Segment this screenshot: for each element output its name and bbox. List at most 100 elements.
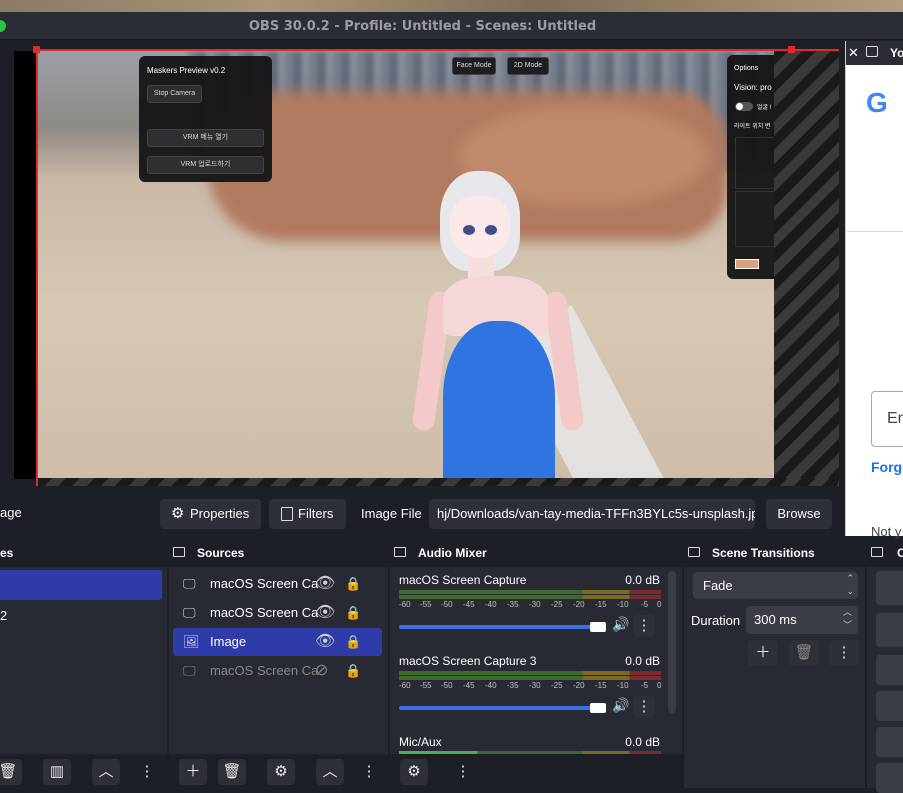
browser-tabbar: ✕ Yo <box>846 41 903 65</box>
remove-source-button[interactable]: 🗑 <box>218 759 246 785</box>
canvas-outside-area-bottom <box>38 478 838 486</box>
resize-handle-top-left[interactable] <box>33 46 40 53</box>
scenes-footer: 🗑 ▥ ︿ ⋮ <box>0 754 167 788</box>
channel-db: 0.0 dB <box>625 735 660 749</box>
move-scene-up-button[interactable]: ︿ <box>92 759 120 785</box>
source-row[interactable]: 🖵 macOS Screen Ca ⊘ 🔒 <box>173 657 382 685</box>
monitor-icon: 🖵 <box>183 605 196 620</box>
volume-slider[interactable] <box>399 625 599 629</box>
scale-tick: -55 <box>420 600 432 609</box>
avatar-face <box>450 196 510 258</box>
scene-filters-button[interactable]: ▥ <box>43 759 71 785</box>
selection-left-edge <box>36 49 38 486</box>
add-source-button[interactable]: ＋ <box>179 759 207 785</box>
source-row[interactable]: 🖵 macOS Screen Ca 👁 🔒 <box>173 599 382 627</box>
light-pad-2[interactable] <box>735 191 774 247</box>
more-icon: ⋮ <box>455 763 471 780</box>
avatar-right-eye <box>485 225 497 235</box>
lock-icon[interactable]: 🔒 <box>345 570 361 598</box>
skin-color-swatch[interactable] <box>735 259 759 269</box>
audio-mixer-dock: Audio Mixer macOS Screen Capture 0.0 dB … <box>390 539 682 788</box>
scale-tick: -30 <box>529 600 541 609</box>
monitor-icon: 🖵 <box>183 576 196 591</box>
start-streaming-button[interactable] <box>876 571 903 605</box>
source-row-selected[interactable]: 🖼 Image 👁 🔒 <box>173 628 382 656</box>
filters-button[interactable]: Filters <box>269 499 346 529</box>
scale-tick: -50 <box>441 600 453 609</box>
channel-menu-button[interactable]: ⋮ <box>633 615 655 637</box>
plus-icon: ＋ <box>185 763 201 780</box>
scene-item[interactable] <box>0 570 162 600</box>
speaker-icon[interactable]: 🔊 <box>612 616 629 633</box>
scale-tick: -45 <box>463 681 475 690</box>
stop-camera-button[interactable]: Stop Camera <box>147 85 202 103</box>
transitions-title: Scene Transitions <box>712 546 815 560</box>
speaker-icon[interactable]: 🔊 <box>612 697 629 714</box>
mixer-menu-button[interactable]: ⋮ <box>452 759 474 785</box>
exit-button[interactable] <box>876 763 903 793</box>
move-source-up-button[interactable]: ︿ <box>316 759 344 785</box>
remove-scene-button[interactable]: 🗑 <box>0 759 22 785</box>
start-recording-button[interactable] <box>876 613 903 647</box>
gear-icon: ⚙ <box>274 763 288 780</box>
scene-menu-button[interactable]: ⋮ <box>135 759 159 785</box>
face-mode-button[interactable]: Face Mode <box>452 57 496 75</box>
eye-icon[interactable]: 👁 <box>315 570 335 598</box>
volume-slider-handle[interactable] <box>590 622 606 632</box>
transitions-header: Scene Transitions <box>684 539 865 567</box>
channel-menu-button[interactable]: ⋮ <box>633 696 655 718</box>
chevron-up-icon: ︿ <box>98 763 114 780</box>
scale-tick: -35 <box>507 681 519 690</box>
source-menu-button[interactable]: ⋮ <box>359 759 379 785</box>
eye-hidden-icon[interactable]: ⊘ <box>315 657 328 685</box>
source-row[interactable]: 🖵 macOS Screen Ca 👁 🔒 <box>173 570 382 598</box>
duration-spinbox[interactable]: 300 ms ︿ ﹀ <box>746 606 858 634</box>
mixer-footer: ⚙ ⋮ <box>390 754 682 788</box>
browser-window: ✕ Yo G En Forgo Not y <box>845 41 903 539</box>
options-title: Options <box>734 65 759 72</box>
forgot-link[interactable]: Forgo <box>871 459 903 475</box>
spin-arrows-icon[interactable]: ︿ ﹀ <box>843 606 852 632</box>
audio-mixer-header: Audio Mixer <box>390 539 682 567</box>
2d-mode-button[interactable]: 2D Mode <box>507 57 549 75</box>
remove-transition-button[interactable]: 🗑 <box>789 640 819 666</box>
image-file-path-field[interactable]: hj/Downloads/van-tay-media-TFFn3BYLc5s-u… <box>429 499 755 529</box>
channel-name: macOS Screen Capture 3 <box>399 654 537 668</box>
volume-slider[interactable] <box>399 706 599 710</box>
preview-area[interactable]: Maskers Preview v0.2 Stop Camera VRM 메뉴 … <box>0 41 845 491</box>
virtual-camera-button[interactable] <box>876 655 903 685</box>
properties-button[interactable]: ⚙ Properties <box>160 499 261 529</box>
source-properties-button[interactable]: ⚙ <box>267 759 295 785</box>
more-icon: ⋮ <box>836 644 852 661</box>
filter-icon: ▥ <box>49 763 65 780</box>
close-tab-icon[interactable]: ✕ <box>848 45 859 61</box>
settings-button[interactable] <box>876 727 903 757</box>
add-transition-button[interactable]: ＋ <box>748 640 778 666</box>
gear-icon: ⚙ <box>171 505 185 522</box>
scale-tick: -5 <box>641 600 649 609</box>
light-pad[interactable] <box>735 137 774 189</box>
mixer-scrollbar[interactable] <box>668 571 676 713</box>
vrm-upload-button[interactable]: VRM 업로드하기 <box>147 156 264 174</box>
browse-button[interactable]: Browse <box>766 499 832 529</box>
face-toggle[interactable] <box>735 102 753 111</box>
lock-icon[interactable]: 🔒 <box>345 599 361 627</box>
transition-select[interactable]: Fade ⌃ ⌄ <box>693 572 858 599</box>
chevron-up-icon: ︿ <box>322 763 338 780</box>
scale-tick: -60 <box>399 600 411 609</box>
resize-handle-top-center[interactable] <box>788 46 795 53</box>
scene-item[interactable]: 2 <box>0 601 162 631</box>
transition-properties-button[interactable]: ⋮ <box>829 640 859 666</box>
eye-icon[interactable]: 👁 <box>315 599 335 627</box>
lock-icon[interactable]: 🔒 <box>345 657 361 685</box>
source-name: macOS Screen Ca <box>210 605 319 620</box>
eye-icon[interactable]: 👁 <box>315 628 335 656</box>
lock-icon[interactable]: 🔒 <box>345 628 361 656</box>
volume-slider-handle[interactable] <box>590 703 606 713</box>
vrm-menu-button[interactable]: VRM 메뉴 열기 <box>147 129 264 147</box>
audio-settings-button[interactable]: ⚙ <box>400 759 428 785</box>
email-field[interactable]: En <box>871 391 903 447</box>
studio-mode-button[interactable] <box>876 691 903 721</box>
tab-title: Yo <box>890 46 903 60</box>
filter-icon <box>281 507 293 521</box>
